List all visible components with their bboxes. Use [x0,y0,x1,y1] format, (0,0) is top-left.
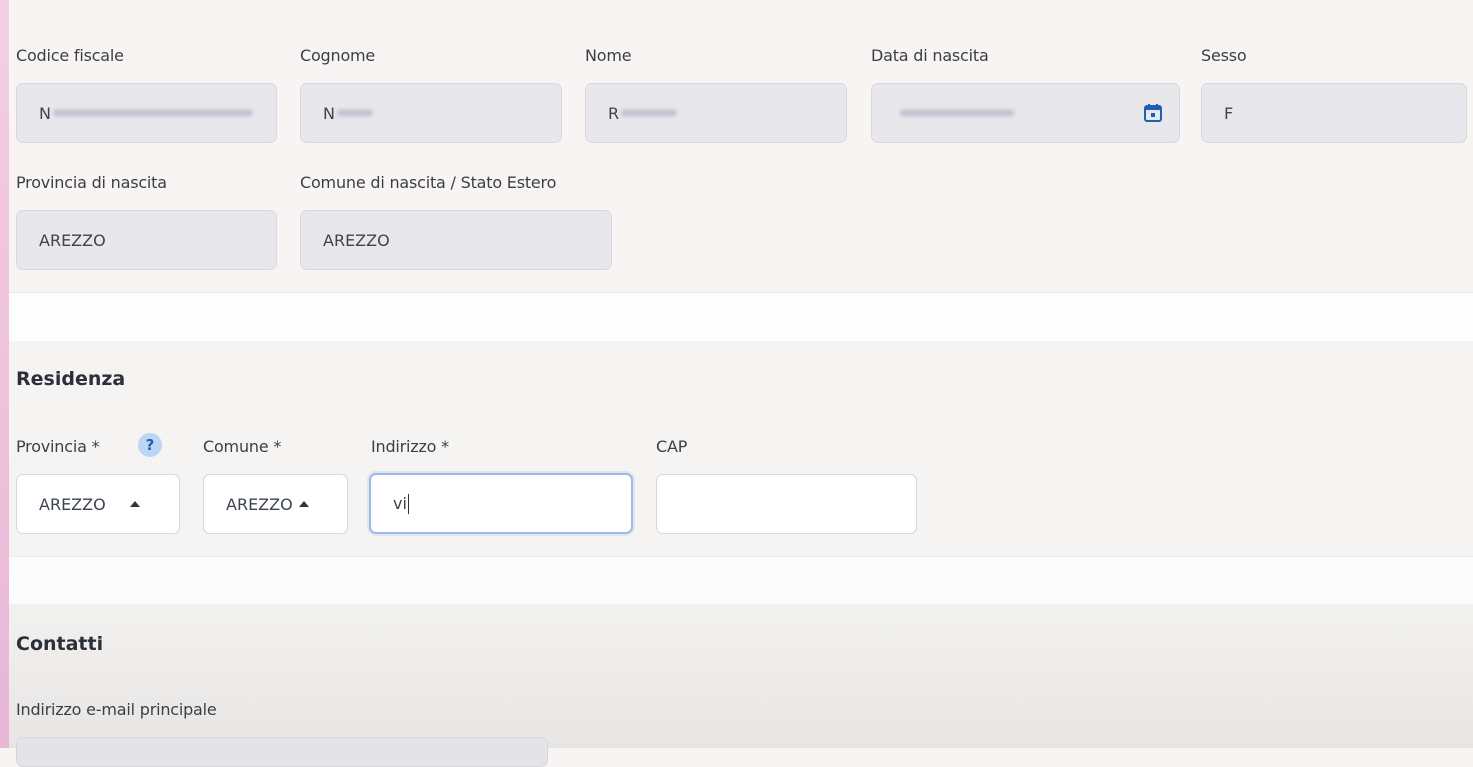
nome-value: R [608,103,620,123]
residenza-title: Residenza [16,368,126,390]
contatti-section [9,604,1473,748]
cognome-label: Cognome [300,46,376,65]
sesso-label: Sesso [1201,46,1247,65]
provincia-nascita-value: AREZZO [39,230,106,250]
comune-label: Comune * [203,437,282,456]
comune-nascita-label: Comune di nascita / Stato Estero [300,173,557,192]
codice-fiscale-field[interactable]: N [16,83,277,143]
text-cursor [407,493,409,514]
provincia-label: Provincia * [16,437,100,456]
data-nascita-field[interactable] [871,83,1180,143]
cognome-field[interactable]: N [300,83,562,143]
cap-label: CAP [656,437,688,456]
sesso-field[interactable]: F [1201,83,1467,143]
indirizzo-input[interactable]: vi [369,473,633,534]
contatti-title: Contatti [16,633,104,655]
question-circle-icon[interactable]: ? [138,433,162,457]
email-label: Indirizzo e-mail principale [16,700,217,719]
cap-input[interactable] [656,474,917,534]
provincia-nascita-field[interactable]: AREZZO [16,210,277,270]
provincia-select[interactable]: AREZZO [16,474,180,534]
redacted-text [621,110,678,116]
redacted-text [336,110,373,116]
redacted-text [52,110,253,116]
nome-label: Nome [585,46,632,65]
comune-nascita-value: AREZZO [323,230,390,250]
caret-up-icon [298,501,309,507]
codice-fiscale-label: Codice fiscale [16,46,124,65]
comune-nascita-field[interactable]: AREZZO [300,210,612,270]
codice-fiscale-value: N [39,103,51,123]
indirizzo-label: Indirizzo * [371,437,449,456]
nome-field[interactable]: R [585,83,847,143]
calendar-icon[interactable] [1143,103,1163,123]
provincia-value: AREZZO [39,494,106,514]
cognome-value: N [323,103,335,123]
data-nascita-label: Data di nascita [871,46,989,65]
redacted-text [900,110,1014,116]
caret-up-icon [129,501,140,507]
comune-value: AREZZO [226,494,293,514]
provincia-nascita-label: Provincia di nascita [16,173,167,192]
section-divider [9,292,1473,342]
left-accent-bar [0,0,9,748]
email-field[interactable] [16,737,548,767]
indirizzo-value: vi [393,494,407,513]
section-divider [9,556,1473,605]
comune-select[interactable]: AREZZO [203,474,348,534]
sesso-value: F [1224,103,1234,123]
